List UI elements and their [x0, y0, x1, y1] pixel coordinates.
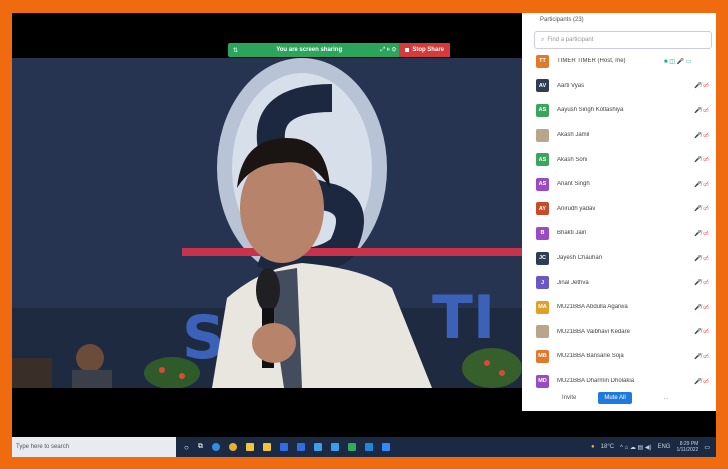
mic-muted-icon[interactable]: 🎤̸ ▭̸ [694, 255, 716, 262]
app-icon-3[interactable] [279, 442, 288, 451]
panel-footer: Invite Mute All ... [522, 385, 716, 411]
participant-avatar: MB [536, 349, 549, 363]
participant-row[interactable]: MA MU21BBA Abdulla Agarwa 🎤̸ ▭̸ [522, 295, 716, 320]
mic-muted-icon[interactable]: 🎤̸ ▭̸ [694, 353, 716, 360]
weather-icon: ● [591, 444, 595, 450]
participant-row[interactable]: AY Anirudh yadav 🎤̸ ▭̸ [522, 197, 716, 222]
mic-muted-icon[interactable]: 🎤̸ ▭̸ [694, 156, 716, 163]
participant-name: Jinal Jethva [557, 279, 589, 286]
participant-name: Akash Soni [557, 156, 588, 163]
notifications-icon[interactable]: ▭ [704, 444, 710, 451]
participant-row[interactable]: AS Aayush Singh Kotlashiya 🎤̸ ▭̸ [522, 98, 716, 123]
windows-taskbar: Type here to search ○ ⧉ ● 18°C ^ ⌂ ☁ ▤ ◀… [12, 437, 716, 457]
participant-name: Anant Singh [557, 181, 590, 188]
participant-name: Bhakti Jain [557, 230, 587, 237]
mic-muted-icon[interactable]: 🎤̸ ▭̸ [694, 132, 716, 139]
panel-title: Participants (23) [540, 17, 584, 23]
mic-muted-icon[interactable]: 🎤̸ ▭̸ [694, 107, 716, 114]
participant-row[interactable]: MB MU21BBA Bansarie Soja 🎤̸ ▭̸ [522, 344, 716, 369]
participant-list: TT TIMER TIMER (Host, me) ■ ◫ 🎤 ▭ AV Aarti V… [522, 49, 716, 393]
mic-muted-icon[interactable]: 🎤̸ ▭̸ [694, 205, 716, 212]
stop-icon [405, 48, 410, 52]
participant-row[interactable]: AV Aarti Vyas 🎤̸ ▭̸ [522, 74, 716, 99]
screen: S TI ⇅ You are screen sharing ⤢ ⏸ ⚙ Stop… [12, 13, 716, 457]
participant-name: Aarti Vyas [557, 82, 585, 89]
participant-avatar: J [536, 276, 549, 290]
participant-row[interactable]: AS Anant Singh 🎤̸ ▭̸ [522, 172, 716, 197]
tray-icons[interactable]: ^ ⌂ ☁ ▤ ◀) [620, 444, 651, 451]
participant-photo [536, 325, 549, 339]
participant-row[interactable]: JC Jayesh Chauhan 🎤̸ ▭̸ [522, 246, 716, 271]
clock[interactable]: 8:29 PM 1/11/2022 [676, 441, 698, 453]
zoom-icon[interactable] [381, 442, 390, 451]
app-icon-2[interactable] [262, 442, 271, 451]
edge-icon[interactable] [211, 442, 220, 451]
participant-row[interactable]: AS Akash Soni 🎤̸ ▭̸ [522, 147, 716, 172]
participant-avatar: AS [536, 103, 549, 117]
app-icon-4[interactable] [296, 442, 305, 451]
share-status-text: You are screen sharing [276, 47, 343, 53]
participant-name: MU21BBA Abdulla Agarwa [557, 304, 628, 311]
participant-row[interactable]: MU21BBA Vaibhavi Kedare 🎤̸ ▭̸ [522, 320, 716, 345]
participant-name: Jayesh Chauhan [557, 255, 603, 262]
search-placeholder: Find a participant [547, 37, 594, 43]
mic-muted-icon[interactable]: 🎤̸ ▭̸ [694, 181, 716, 188]
participant-row[interactable]: J Jinal Jethva 🎤̸ ▭̸ [522, 270, 716, 295]
invite-button[interactable]: Invite [562, 395, 576, 401]
stop-share-button[interactable]: Stop Share [399, 43, 450, 57]
mic-muted-icon[interactable]: 🎤̸ ▭̸ [694, 230, 716, 237]
participant-avatar: TT [536, 54, 549, 68]
participants-panel: Participants (23) ⌕ Find a participant T… [522, 13, 716, 411]
file-explorer-icon[interactable] [245, 442, 254, 451]
participant-avatar: AV [536, 79, 549, 93]
date-text: 1/11/2022 [676, 447, 699, 453]
app-icon-5[interactable] [313, 442, 322, 451]
participant-search-input[interactable]: ⌕ Find a participant [534, 31, 712, 49]
participant-name: Anirudh yadav [557, 205, 596, 212]
participant-name: MU21BBA Dharmin Dholakia [557, 378, 635, 385]
participant-row[interactable]: Akash Jamil 🎤̸ ▭̸ [522, 123, 716, 148]
participant-avatar: B [536, 226, 549, 240]
language-indicator[interactable]: ENG [657, 444, 670, 450]
shared-video: S TI [12, 58, 524, 388]
participant-row[interactable]: B Bhakti Jain 🎤̸ ▭̸ [522, 221, 716, 246]
mic-muted-icon[interactable]: 🎤̸ ▭̸ [694, 378, 716, 385]
svg-text:TI: TI [432, 283, 495, 353]
host-status-icons[interactable]: ■ ◫ 🎤 ▭ [664, 58, 716, 65]
task-view-icon[interactable]: ⧉ [198, 443, 203, 452]
participant-avatar: AS [536, 153, 549, 167]
participant-name: Akash Jamil [557, 132, 590, 139]
participant-name: Aayush Singh Kotlashiya [557, 107, 624, 114]
chrome-icon[interactable] [228, 442, 237, 451]
mic-muted-icon[interactable]: 🎤̸ ▭̸ [694, 279, 716, 286]
participant-name: MU21BBA Bansarie Soja [557, 353, 624, 360]
participant-avatar: JC [536, 251, 549, 265]
participant-row[interactable]: TT TIMER TIMER (Host, me) ■ ◫ 🎤 ▭ [522, 49, 716, 74]
app-icon-6[interactable] [330, 442, 339, 451]
more-options-button[interactable]: ... [664, 395, 669, 401]
cortana-icon[interactable]: ○ [184, 443, 189, 452]
participant-name: TIMER TIMER (Host, me) [557, 58, 626, 65]
taskbar-apps: ○ ⧉ [184, 442, 390, 452]
screen-share-toolbar: ⇅ You are screen sharing ⤢ ⏸ ⚙ Stop Shar… [228, 43, 450, 57]
weather-text: 18°C [600, 444, 615, 450]
share-controls-icons[interactable]: ⤢ ⏸ ⚙ [380, 47, 396, 54]
stop-share-label: Stop Share [412, 47, 444, 53]
participant-avatar: AS [536, 177, 549, 191]
search-icon: ⌕ [541, 37, 545, 43]
mic-muted-icon[interactable]: 🎤̸ ▭̸ [694, 304, 716, 311]
participant-photo [536, 128, 549, 142]
participant-avatar: MA [536, 300, 549, 314]
taskbar-search-input[interactable]: Type here to search [12, 437, 176, 457]
system-tray: ● 18°C ^ ⌂ ☁ ▤ ◀) ENG 8:29 PM 1/11/2022 … [591, 441, 716, 453]
mic-muted-icon[interactable]: 🎤̸ ▭̸ [694, 82, 716, 89]
app-icon-7[interactable] [347, 442, 356, 451]
video-frame: S TI [12, 58, 524, 388]
participant-name: MU21BBA Vaibhavi Kedare [557, 328, 630, 335]
mic-muted-icon[interactable]: 🎤̸ ▭̸ [694, 328, 716, 335]
participant-avatar: AY [536, 202, 549, 216]
mute-all-button[interactable]: Mute All [598, 392, 632, 404]
app-icon-8[interactable] [364, 442, 373, 451]
